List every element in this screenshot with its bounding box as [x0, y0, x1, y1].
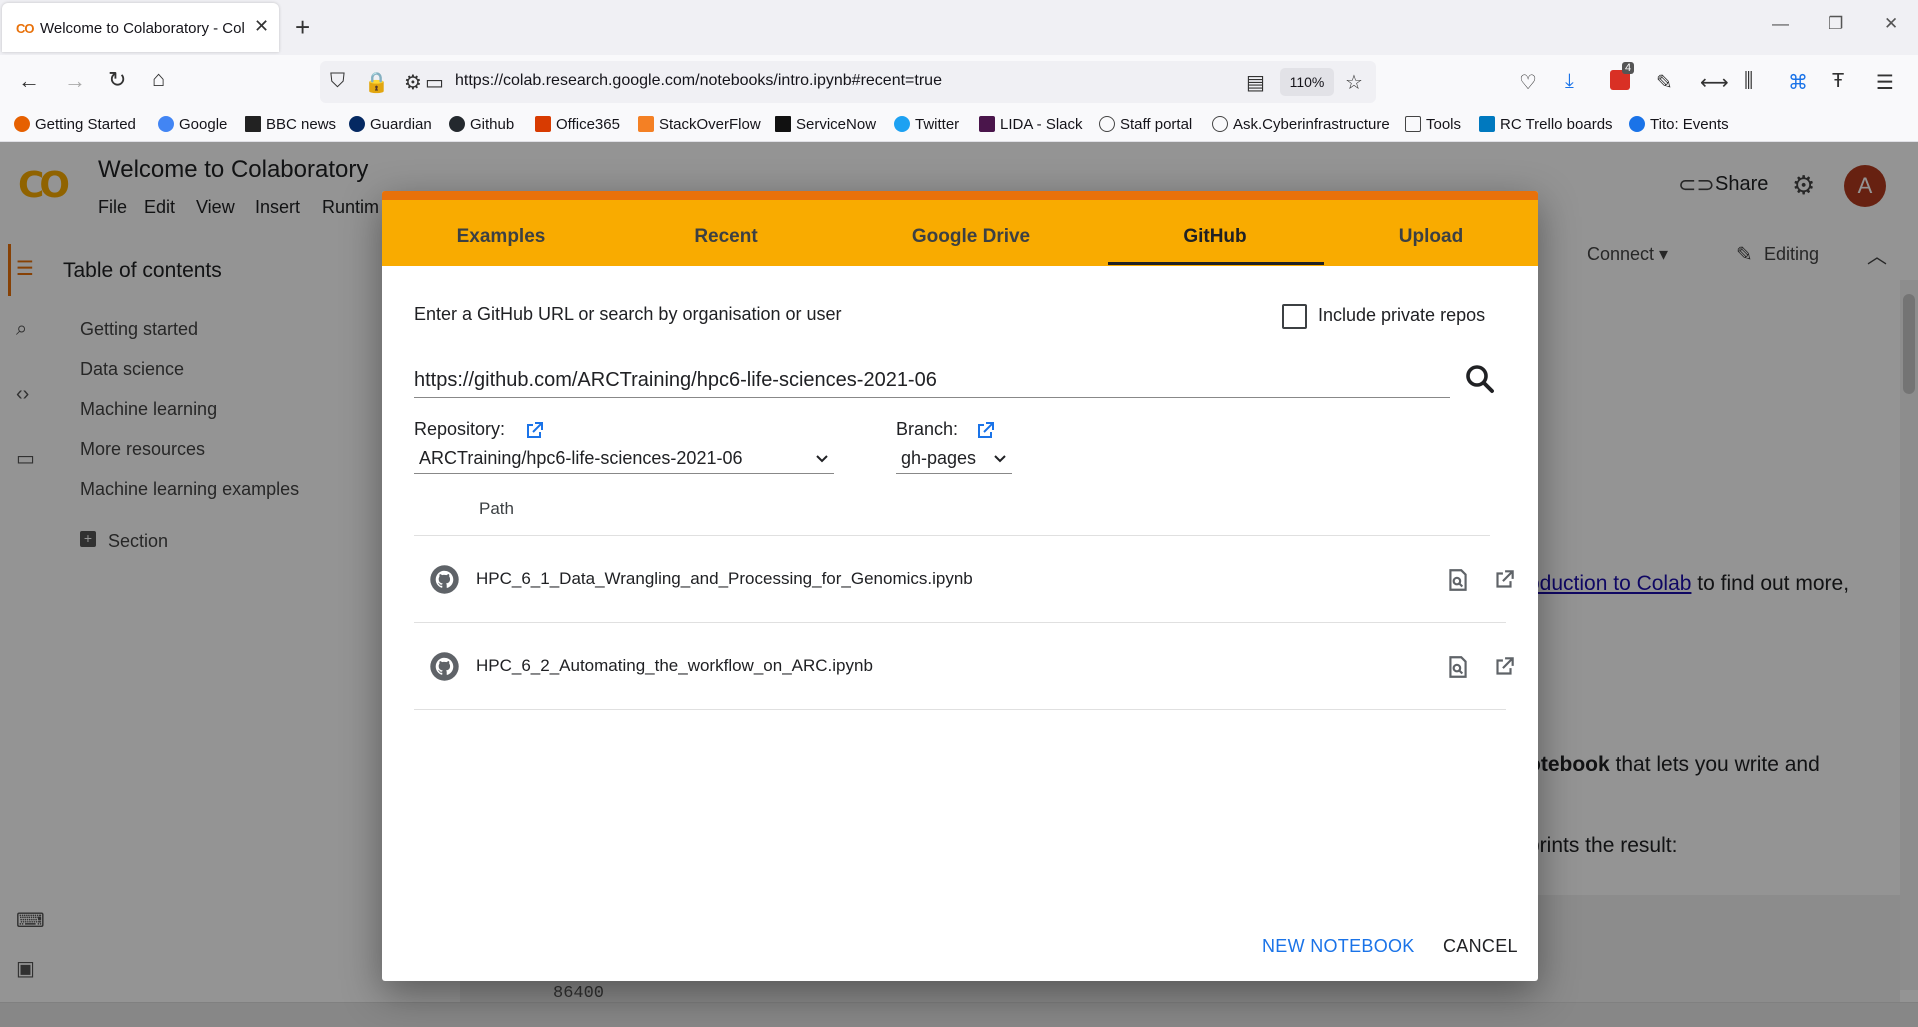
search-icon[interactable]: [1462, 361, 1498, 397]
back-icon[interactable]: ←: [18, 68, 40, 94]
preview-icon[interactable]: [1445, 654, 1471, 680]
tab-google-drive[interactable]: Google Drive: [881, 226, 1061, 248]
extension-lt-icon[interactable]: Ŧ: [1832, 70, 1844, 93]
branch-value: gh-pages: [901, 448, 977, 468]
branch-label: Branch:: [896, 419, 959, 439]
bookmark-getting-started[interactable]: Getting Started: [14, 116, 136, 133]
include-private-label[interactable]: Include private repos: [1318, 305, 1485, 326]
bookmark-stackoverflow[interactable]: StackOverFlow: [638, 116, 761, 133]
tab-github[interactable]: GitHub: [1125, 226, 1305, 248]
dialog-tabs: Examples Recent Google Drive GitHub Uplo…: [382, 191, 1538, 266]
library-icon[interactable]: ⫼: [1744, 70, 1753, 93]
bookmark-guardian[interactable]: Guardian: [349, 116, 432, 133]
restore-icon[interactable]: ❐: [1828, 14, 1843, 34]
browser-tab-title: Welcome to Colaboratory - Col: [40, 20, 245, 37]
bookmark-google[interactable]: Google: [158, 116, 227, 133]
browser-tab-strip: [0, 0, 1918, 55]
tab-examples[interactable]: Examples: [411, 226, 591, 248]
file-name[interactable]: HPC_6_1_Data_Wrangling_and_Processing_fo…: [476, 569, 973, 589]
download-icon[interactable]: ⤓: [1565, 70, 1574, 93]
github-icon: [430, 652, 459, 681]
home-icon[interactable]: ⌂: [152, 66, 165, 92]
repository-label: Repository:: [414, 419, 506, 439]
chevron-down-icon: [994, 455, 1006, 463]
active-tab-indicator: [1108, 262, 1324, 265]
close-tab-icon[interactable]: ✕: [254, 16, 269, 37]
bookmark-servicenow[interactable]: ServiceNow: [775, 116, 876, 133]
guardian-icon: [349, 116, 365, 132]
bookmark-folder-tools[interactable]: Tools: [1405, 116, 1461, 133]
globe-icon: [1099, 116, 1115, 132]
bookmark-staff-portal[interactable]: Staff portal: [1099, 116, 1192, 133]
open-in-new-tab-icon[interactable]: [1491, 567, 1517, 593]
window-close-icon[interactable]: ✕: [1884, 14, 1898, 34]
minimize-icon[interactable]: —: [1772, 14, 1789, 34]
repository-value: ARCTraining/hpc6-life-sciences-2021-06: [419, 448, 743, 468]
open-in-new-icon[interactable]: [522, 419, 546, 443]
shield-icon[interactable]: ⛉: [330, 70, 345, 93]
bbc-icon: [245, 116, 261, 132]
github-icon: [449, 116, 465, 132]
table-row[interactable]: HPC_6_1_Data_Wrangling_and_Processing_fo…: [414, 536, 1514, 623]
permissions-icon[interactable]: ⚙: [404, 70, 422, 95]
open-in-new-icon[interactable]: [973, 419, 997, 443]
slack-icon: [979, 116, 995, 132]
tab-recent[interactable]: Recent: [636, 226, 816, 248]
extension-connect-icon[interactable]: ⟷: [1700, 70, 1729, 95]
twitter-icon: [894, 116, 910, 132]
bookmark-bbc[interactable]: BBC news: [245, 116, 336, 133]
trello-icon: [1479, 116, 1495, 132]
pocket-icon[interactable]: ♡: [1519, 70, 1537, 95]
colab-favicon-icon: CO: [16, 21, 34, 36]
search-hint: Enter a GitHub URL or search by organisa…: [414, 304, 842, 324]
hamburger-menu-icon[interactable]: ☰: [1876, 70, 1894, 95]
extension-robot-icon[interactable]: ⌘: [1788, 70, 1808, 95]
stackoverflow-icon: [638, 116, 654, 132]
open-in-new-tab-icon[interactable]: [1491, 654, 1517, 680]
repository-select[interactable]: ARCTraining/hpc6-life-sciences-2021-06: [414, 444, 834, 474]
bookmark-slack[interactable]: LIDA - Slack: [979, 116, 1083, 133]
reload-icon[interactable]: ↻: [108, 67, 126, 93]
cancel-button[interactable]: CANCEL: [1443, 936, 1518, 957]
bookmark-star-icon[interactable]: ☆: [1345, 70, 1363, 95]
google-icon: [158, 116, 174, 132]
new-notebook-button[interactable]: NEW NOTEBOOK: [1262, 936, 1415, 957]
servicenow-icon: [775, 116, 791, 132]
branch-select[interactable]: gh-pages: [896, 444, 1012, 474]
tab-upload[interactable]: Upload: [1341, 226, 1521, 248]
table-row[interactable]: HPC_6_2_Automating_the_workflow_on_ARC.i…: [414, 623, 1514, 710]
reader-view-icon[interactable]: ▤: [1246, 70, 1265, 95]
firefox-icon: [14, 116, 30, 132]
ask-ci-icon: [1212, 116, 1228, 132]
office-icon: [535, 116, 551, 132]
github-url-input[interactable]: [414, 364, 1450, 398]
preview-icon[interactable]: [1445, 567, 1471, 593]
folder-icon: [1405, 116, 1421, 132]
tito-icon: [1629, 116, 1645, 132]
tracking-icon[interactable]: ▭: [425, 70, 444, 95]
path-column-header: Path: [479, 499, 514, 518]
bookmark-office365[interactable]: Office365: [535, 116, 620, 133]
bookmark-ask-ci[interactable]: Ask.Cyberinfrastructure: [1212, 116, 1390, 133]
bookmark-tito[interactable]: Tito: Events: [1629, 116, 1729, 133]
bookmark-trello[interactable]: RC Trello boards: [1479, 116, 1613, 133]
open-notebook-dialog: Examples Recent Google Drive GitHub Uplo…: [382, 191, 1538, 981]
github-icon: [430, 565, 459, 594]
chevron-down-icon: [816, 455, 828, 463]
include-private-checkbox[interactable]: [1282, 304, 1307, 329]
zoom-level[interactable]: 110%: [1280, 68, 1334, 96]
new-tab-icon[interactable]: +: [295, 12, 310, 43]
forward-icon[interactable]: →: [64, 68, 86, 94]
bookmark-twitter[interactable]: Twitter: [894, 116, 959, 133]
browser-tab[interactable]: CO Welcome to Colaboratory - Col ✕: [2, 3, 279, 52]
eyedropper-icon[interactable]: ✎: [1656, 70, 1673, 95]
bookmark-github[interactable]: Github: [449, 116, 514, 133]
extension-badge: 4: [1622, 62, 1635, 74]
url-text[interactable]: https://colab.research.google.com/notebo…: [455, 72, 942, 90]
file-name[interactable]: HPC_6_2_Automating_the_workflow_on_ARC.i…: [476, 656, 873, 676]
lock-icon[interactable]: 🔒: [364, 70, 389, 95]
